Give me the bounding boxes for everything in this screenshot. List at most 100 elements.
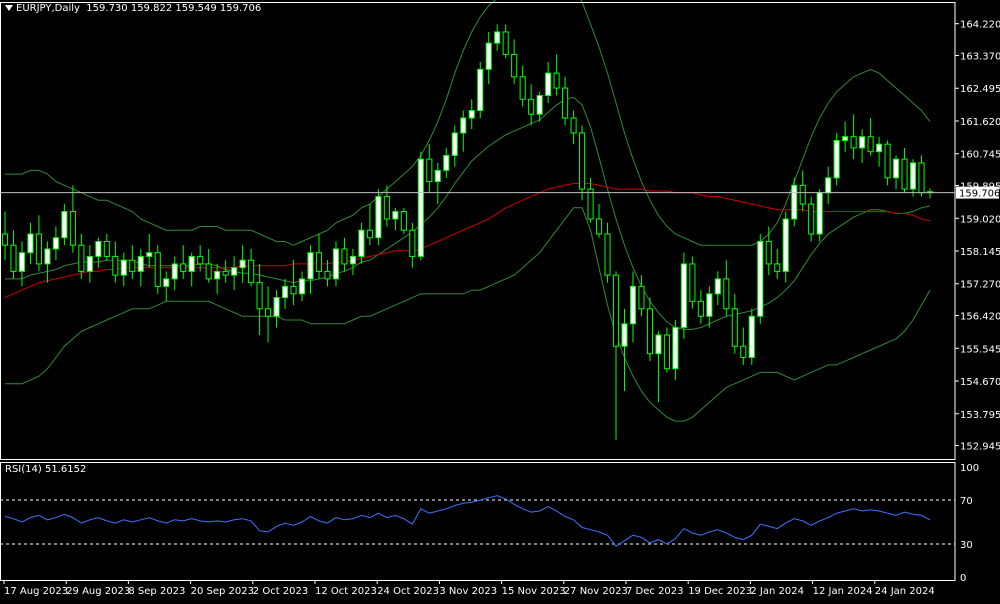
candle-body <box>112 255 119 276</box>
candle-body <box>833 139 840 179</box>
candle-body <box>451 132 458 156</box>
candle-body <box>621 323 628 347</box>
time-axis-label: 2 Oct 2023 <box>253 586 308 597</box>
price-axis-label: 155.545 <box>960 344 1000 355</box>
time-axis-label: 20 Sep 2023 <box>191 586 254 597</box>
price-axis-label: 159.020 <box>960 214 1000 225</box>
candle-body <box>443 154 450 171</box>
candle-body <box>731 308 738 347</box>
candle-body <box>697 300 704 317</box>
candle <box>791 177 798 227</box>
candle-body <box>604 233 611 276</box>
price-axis-label: 160.745 <box>960 150 1000 161</box>
candle-body <box>324 270 331 280</box>
time-axis-label: 12 Jan 2024 <box>813 586 873 597</box>
chevron-down-icon[interactable] <box>5 5 13 11</box>
candle-body <box>146 252 153 257</box>
price-axis-label: 164.220 <box>960 20 1000 31</box>
candle-body <box>901 158 908 190</box>
rsi-axis-label: 0 <box>960 573 966 584</box>
time-axis-label: 17 Aug 2023 <box>4 586 68 597</box>
candle <box>375 189 382 246</box>
time-axis-label: 24 Jan 2024 <box>875 586 935 597</box>
candle-body <box>120 259 127 276</box>
current-price-label: 159.706 <box>959 189 1000 200</box>
candle <box>689 256 696 309</box>
candle-body <box>307 252 314 280</box>
candle-body <box>231 267 238 276</box>
symbol-timeframe-label: EURJPY,Daily <box>16 3 80 14</box>
candle-body <box>765 240 772 265</box>
candle-body <box>214 270 221 280</box>
candle-body <box>409 229 416 257</box>
candle-body <box>52 237 59 250</box>
price-axis-label: 157.270 <box>960 280 1000 291</box>
candle-body <box>714 278 721 295</box>
candle-body <box>570 117 577 134</box>
candle <box>417 151 424 261</box>
candle-body <box>248 259 255 284</box>
rsi-axis-label: 70 <box>960 496 973 507</box>
candle <box>757 233 764 324</box>
time-axis-label: 7 Dec 2023 <box>626 586 684 597</box>
candle-body <box>587 188 594 220</box>
candle-body <box>740 345 747 358</box>
candle-body <box>562 87 569 119</box>
candle-body <box>638 285 645 310</box>
candle <box>816 189 823 242</box>
candle-body <box>86 255 93 272</box>
candle-body <box>35 233 42 265</box>
candle-body <box>460 117 467 134</box>
price-chart-canvas[interactable]: 100 70 30 0 164.220 163.370 162.495 161.620 160… <box>0 0 1000 600</box>
price-axis-label: 154.670 <box>960 377 1000 388</box>
candle-body <box>69 211 76 246</box>
candle-body <box>528 98 535 115</box>
candle-body <box>485 42 492 70</box>
time-axis-label: 12 Oct 2023 <box>315 586 377 597</box>
candle-body <box>61 211 68 239</box>
price-axis-label: 163.370 <box>960 52 1000 63</box>
candle-body <box>808 203 815 235</box>
candle <box>680 252 687 339</box>
candle-body <box>782 218 789 272</box>
candle-body <box>188 255 195 272</box>
price-axis-label: 156.420 <box>960 312 1000 323</box>
time-axis-label: 24 Oct 2023 <box>377 586 439 597</box>
candle-body <box>579 132 586 190</box>
rsi-header: RSI(14) 51.6152 <box>5 464 86 475</box>
candle-body <box>137 255 144 272</box>
candle-body <box>417 158 424 257</box>
candle-body <box>680 263 687 329</box>
candle-body <box>18 252 26 272</box>
candle-body <box>341 248 348 265</box>
candle-body <box>842 136 849 141</box>
candle-body <box>468 110 475 119</box>
candle-body <box>290 285 297 295</box>
candle-body <box>222 270 229 276</box>
candle <box>748 308 755 365</box>
candle-body <box>298 278 306 295</box>
candle-body <box>180 263 187 272</box>
candle-body <box>876 143 883 153</box>
candle-body <box>629 285 637 325</box>
candle-body <box>358 229 365 257</box>
candle-body <box>850 136 857 149</box>
time-axis-label: 8 Sep 2023 <box>128 586 185 597</box>
candle-body <box>95 240 102 257</box>
candle-body <box>816 192 823 235</box>
candle-body <box>10 244 17 272</box>
candle <box>579 125 586 201</box>
candle-body <box>859 136 866 149</box>
candle-body <box>163 278 170 287</box>
chart-window[interactable]: 100 70 30 0 164.220 163.370 162.495 161.620 160… <box>0 0 1000 600</box>
candle-body <box>256 282 263 310</box>
rsi-label: RSI(14) 51.6152 <box>5 464 87 475</box>
candle <box>833 132 840 186</box>
candle-body <box>197 255 204 265</box>
chart-header: EURJPY,Daily 159.730 159.822 159.549 159… <box>5 3 261 14</box>
candle-body <box>663 334 670 370</box>
time-axis-label: 19 Dec 2023 <box>688 586 752 597</box>
price-axis-label: 152.945 <box>960 442 1000 453</box>
candle-body <box>595 218 603 235</box>
candle-body <box>655 334 662 355</box>
